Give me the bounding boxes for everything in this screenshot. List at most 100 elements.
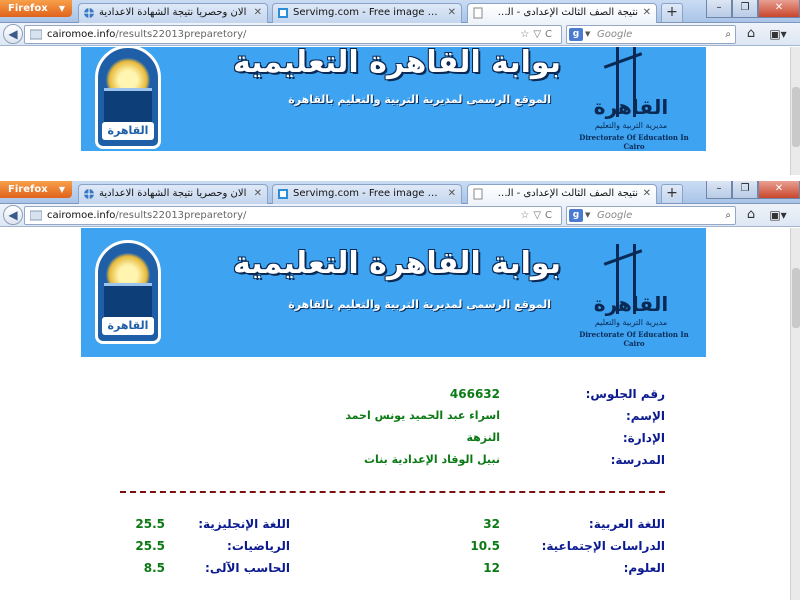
grade-label-english: اللغة الإنجليزية: — [198, 517, 290, 531]
home-icon[interactable]: ⌂ — [742, 206, 760, 224]
new-tab-button[interactable]: + — [661, 184, 683, 203]
logo-text: القاهرة — [593, 292, 669, 316]
directorate-logo: القاهرة مديرية التربية والتعليم Director… — [576, 244, 696, 348]
google-icon[interactable]: g — [569, 28, 583, 41]
restore-button[interactable]: ❐ — [732, 0, 758, 18]
grade-value-computer: 8.5 — [143, 561, 165, 575]
nav-bar: ◀ cairomoe.info/results22013preparetory/… — [0, 23, 800, 46]
logo-text: القاهرة — [102, 317, 154, 335]
new-tab-button[interactable]: + — [661, 3, 683, 22]
site-identity-icon — [30, 210, 42, 221]
url-bar[interactable]: cairomoe.info/results22013preparetory/ ☆… — [24, 25, 562, 44]
tab-results-news[interactable]: الان وحصريا نتيجة الشهادة الاعدادية ✕ — [78, 184, 268, 204]
tab-label: الان وحصريا نتيجة الشهادة الاعدادية — [99, 188, 247, 199]
logo-text: القاهرة — [102, 122, 154, 140]
url-controls[interactable]: ☆▽C — [520, 207, 556, 224]
cairo-emblem-logo: القاهرة — [95, 240, 161, 344]
firefox-label: Firefox — [8, 3, 48, 14]
name-label: الإسم: — [625, 409, 665, 423]
close-icon[interactable]: ✕ — [643, 185, 651, 203]
banner-subtitle: الموقع الرسمى لمديرية التربية والتعليم ب… — [288, 298, 551, 311]
student-name-value: اسراء عبد الحميد يونس احمد — [345, 409, 500, 422]
page-icon — [473, 7, 483, 19]
dashed-divider — [120, 491, 665, 493]
home-icon[interactable]: ⌂ — [742, 25, 760, 43]
site-identity-icon — [30, 29, 42, 40]
grade-label-math: الرياضيات: — [227, 539, 290, 553]
chevron-down-icon: ▼ — [585, 211, 591, 219]
school-label: المدرسة: — [610, 453, 665, 467]
banner-title: بوابة القاهرة التعليمية — [232, 246, 561, 281]
close-icon[interactable]: ✕ — [448, 4, 456, 22]
administration-value: النزهة — [466, 431, 500, 444]
logo-english-text: Directorate Of Education In Cairo — [579, 330, 689, 348]
scroll-thumb[interactable] — [792, 268, 800, 328]
close-window-button[interactable]: ✕ — [758, 181, 800, 199]
site-banner: القاهرة بوابة القاهرة التعليمية الموقع ا… — [81, 228, 706, 357]
grade-label-arabic: اللغة العربية: — [588, 517, 665, 531]
vertical-scrollbar[interactable] — [790, 228, 800, 600]
tab-label: الان وحصريا نتيجة الشهادة الاعدادية — [99, 7, 247, 18]
url-host: cairomoe.info — [47, 29, 116, 40]
tab-strip: Firefox ▼ الان وحصريا نتيجة الشهادة الاع… — [0, 0, 800, 23]
back-button[interactable]: ◀ — [3, 205, 23, 225]
restore-button[interactable]: ❐ — [732, 181, 758, 199]
scroll-thumb[interactable] — [792, 87, 800, 147]
chevron-down-icon: ▼ — [58, 4, 65, 13]
bookmarks-icon[interactable]: ▣▾ — [766, 25, 790, 43]
site-banner: القاهرة بوابة القاهرة التعليمية الموقع ا… — [81, 47, 706, 151]
grade-value-science: 12 — [483, 561, 500, 575]
search-bar[interactable]: g ▼ Google ⌕ — [566, 206, 736, 225]
grade-label-social-studies: الدراسات الإجتماعية: — [541, 539, 665, 553]
url-bar[interactable]: cairomoe.info/results22013preparetory/ ☆… — [24, 206, 562, 225]
back-button[interactable]: ◀ — [3, 24, 23, 44]
chevron-down-icon: ▼ — [585, 30, 591, 38]
servimg-icon — [278, 189, 288, 199]
chevron-down-icon: ▼ — [58, 185, 65, 194]
globe-icon — [84, 8, 94, 18]
close-icon[interactable]: ✕ — [254, 4, 262, 22]
search-placeholder: Google — [597, 210, 633, 221]
administration-label: الإدارة: — [622, 431, 665, 445]
close-icon[interactable]: ✕ — [448, 185, 456, 203]
cairo-emblem-logo: القاهرة — [95, 47, 161, 149]
firefox-menu-button[interactable]: Firefox ▼ — [0, 181, 72, 198]
search-bar[interactable]: g ▼ Google ⌕ — [566, 25, 736, 44]
close-icon[interactable]: ✕ — [254, 185, 262, 203]
results-panel: رقم الجلوس: 466632 الإسم: اسراء عبد الحم… — [0, 357, 790, 600]
banner-subtitle: الموقع الرسمى لمديرية التربية والتعليم ب… — [288, 93, 551, 106]
tab-servimg[interactable]: Servimg.com - Free image hosting se... ✕ — [272, 3, 462, 23]
bookmarks-icon[interactable]: ▣▾ — [766, 206, 790, 224]
grade-label-science: العلوم: — [623, 561, 665, 575]
vertical-scrollbar[interactable] — [790, 47, 800, 175]
minimize-button[interactable]: – — [706, 181, 732, 199]
firefox-menu-button[interactable]: Firefox ▼ — [0, 0, 72, 17]
seat-number-label: رقم الجلوس: — [585, 387, 665, 401]
grade-value-arabic: 32 — [483, 517, 500, 531]
close-icon[interactable]: ✕ — [643, 4, 651, 22]
search-placeholder: Google — [597, 29, 633, 40]
banner-title: بوابة القاهرة التعليمية — [232, 47, 561, 80]
school-value: نبيل الوقاد الإعدادية بنات — [363, 453, 500, 466]
google-icon[interactable]: g — [569, 209, 583, 222]
tab-servimg[interactable]: Servimg.com - Free image hosting se... ✕ — [272, 184, 462, 204]
page-icon — [473, 188, 483, 200]
tab-results-page[interactable]: نتيجة الصف الثالث الإعدادى - الف... ✕ — [467, 3, 657, 23]
firefox-label: Firefox — [8, 184, 48, 195]
logo-text: القاهرة — [593, 95, 669, 119]
grade-value-social-studies: 10.5 — [470, 539, 500, 553]
directorate-logo: القاهرة مديرية التربية والتعليم Director… — [576, 47, 696, 151]
minimize-button[interactable]: – — [706, 0, 732, 18]
nav-bar: ◀ cairomoe.info/results22013preparetory/… — [0, 204, 800, 227]
search-icon[interactable]: ⌕ — [725, 26, 731, 43]
search-icon[interactable]: ⌕ — [725, 207, 731, 224]
tab-results-page[interactable]: نتيجة الصف الثالث الإعدادى - الف... ✕ — [467, 184, 657, 204]
tab-label: نتيجة الصف الثالث الإعدادى - الف... — [488, 188, 638, 199]
logo-subtext: مديرية التربية والتعليم — [594, 318, 668, 327]
grade-value-math: 25.5 — [135, 539, 165, 553]
url-controls[interactable]: ☆▽C — [520, 26, 556, 43]
url-path: /results22013preparetory/ — [115, 29, 247, 40]
tab-results-news[interactable]: الان وحصريا نتيجة الشهادة الاعدادية ✕ — [78, 3, 268, 23]
tab-label: Servimg.com - Free image hosting se... — [293, 7, 443, 18]
close-window-button[interactable]: ✕ — [758, 0, 800, 18]
